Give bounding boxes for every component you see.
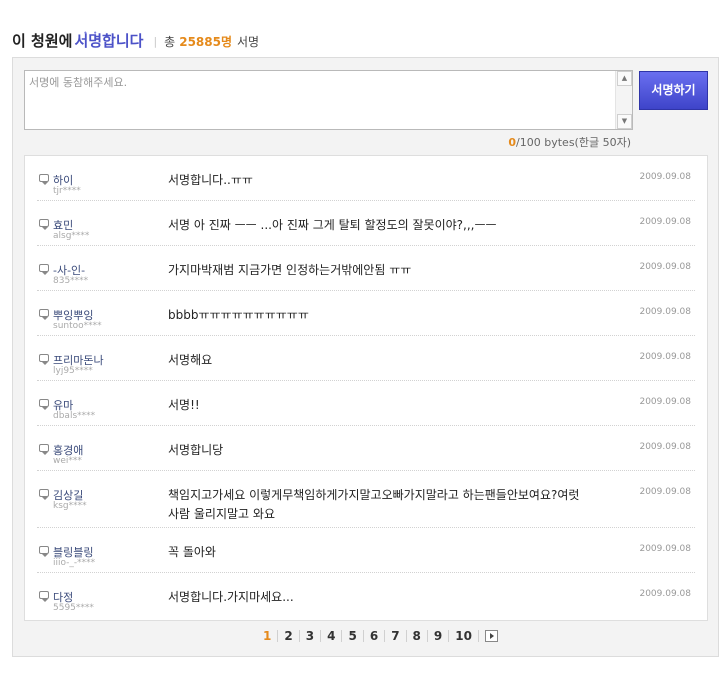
comment-icon <box>39 444 49 455</box>
signature-count-unit: 명 <box>220 35 233 49</box>
signature-date: 2009.09.08 <box>639 487 691 497</box>
scroll-down-icon[interactable]: ▼ <box>617 114 632 129</box>
signature-message: 서명 아 진짜 ㅡㅡ ...아 진짜 그게 탈퇴 할정도의 잘못이야?,,,ㅡㅡ <box>168 218 497 232</box>
signature-date: 2009.09.08 <box>639 172 691 182</box>
page-link-9[interactable]: 9 <box>428 630 450 642</box>
signature-date: 2009.09.08 <box>639 217 691 227</box>
list-item: 다정 5595**** 서명합니다.가지마세요... 2009.09.08 <box>37 573 695 618</box>
list-item: 뿌잉뿌잉 suntoo**** bbbbㅠㅠㅠㅠㅠㅠㅠㅠㅠㅠ 2009.09.0… <box>37 291 695 336</box>
signature-message: bbbbㅠㅠㅠㅠㅠㅠㅠㅠㅠㅠ <box>168 308 309 322</box>
signature-date: 2009.09.08 <box>639 544 691 554</box>
comment-icon <box>39 591 49 602</box>
decor-dots-icon: •• <box>83 30 104 37</box>
comment-icon <box>39 354 49 365</box>
list-item: 블링블링 iiio-_-**** 꼭 돌아와 2009.09.08 <box>37 528 695 573</box>
signature-count: 25885 <box>179 35 221 49</box>
list-item: 효민 alsg**** 서명 아 진짜 ㅡㅡ ...아 진짜 그게 탈퇴 할정도… <box>37 201 695 246</box>
signature-message: 서명해요 <box>168 353 213 367</box>
list-item: 김상길 ksg**** 책임지고가세요 이렇게무책임하게가지말고오빠가지말라고 … <box>37 471 695 528</box>
comment-icon <box>39 264 49 275</box>
pagination: 1 2 3 4 5 6 7 8 9 10 <box>13 630 720 642</box>
byte-limit: /100 bytes(한글 50자) <box>516 136 631 149</box>
header-title-prefix: 이 청원에 <box>12 32 73 50</box>
list-item: 하이 tjr**** 서명합니다..ㅠㅠ 2009.09.08 <box>37 156 695 201</box>
next-arrow-icon[interactable] <box>484 630 498 642</box>
signature-date: 2009.09.08 <box>639 589 691 599</box>
signature-message: 책임지고가세요 이렇게무책임하게가지말고오빠가지말라고 하는팬들안보여요?여럿사… <box>168 488 580 521</box>
signature-input-box: 서명에 동참해주세요. ▲ ▼ <box>24 70 633 130</box>
header-total-label: 총 <box>164 35 176 49</box>
signature-date: 2009.09.08 <box>639 352 691 362</box>
header-separator: | <box>153 35 158 48</box>
sign-button[interactable]: 서명하기 <box>639 71 708 110</box>
signature-message: 가지마박재범 지금가면 인정하는거밖에안됨 ㅠㅠ <box>168 263 412 277</box>
byte-current: 0 <box>508 136 517 149</box>
signer-id: alsg**** <box>53 231 90 241</box>
page-link-6[interactable]: 6 <box>364 630 386 642</box>
scroll-up-icon[interactable]: ▲ <box>617 71 632 86</box>
list-item: -사-인- 835**** 가지마박재범 지금가면 인정하는거밖에안됨 ㅠㅠ 2… <box>37 246 695 291</box>
textarea-scrollbar[interactable]: ▲ ▼ <box>615 71 632 129</box>
signer-id: lyj95**** <box>53 366 93 376</box>
page-link-7[interactable]: 7 <box>385 630 407 642</box>
comment-icon <box>39 489 49 500</box>
signer-id: wei*** <box>53 456 82 466</box>
petition-sign-header: 이 청원에 •• 서명합니다 | 총 25885 명 서명 <box>12 24 259 50</box>
list-item: 프리마돈나 lyj95**** 서명해요 2009.09.08 <box>37 336 695 381</box>
signature-textarea[interactable]: 서명에 동참해주세요. <box>25 71 615 129</box>
signature-date: 2009.09.08 <box>639 262 691 272</box>
page-link-1[interactable]: 1 <box>257 630 279 642</box>
comment-icon <box>39 399 49 410</box>
signer-id: iiio-_-**** <box>53 558 96 568</box>
header-suffix: 서명 <box>237 35 260 49</box>
page-link-4[interactable]: 4 <box>321 630 343 642</box>
signer-id: tjr**** <box>53 186 81 196</box>
comment-icon <box>39 219 49 230</box>
list-item: 홍경애 wei*** 서명합니당 2009.09.08 <box>37 426 695 471</box>
page-link-3[interactable]: 3 <box>300 630 322 642</box>
page-link-10[interactable]: 10 <box>449 630 479 642</box>
signature-message: 서명!! <box>168 398 200 412</box>
comment-icon <box>39 309 49 320</box>
signer-id: 5595**** <box>53 603 94 613</box>
signer-id: suntoo**** <box>53 321 102 331</box>
signature-date: 2009.09.08 <box>639 442 691 452</box>
page-link-5[interactable]: 5 <box>342 630 364 642</box>
signer-id: 835**** <box>53 276 89 286</box>
signature-message: 서명합니다..ㅠㅠ <box>168 173 253 187</box>
byte-counter: 0/100 bytes(한글 50자) <box>508 134 631 150</box>
signature-date: 2009.09.08 <box>639 307 691 317</box>
comment-icon <box>39 546 49 557</box>
signature-message: 서명합니다.가지마세요... <box>168 590 294 604</box>
signature-date: 2009.09.08 <box>639 397 691 407</box>
list-item: 유마 dbals**** 서명!! 2009.09.08 <box>37 381 695 426</box>
signature-message: 서명합니당 <box>168 443 224 457</box>
header-title-highlight: •• 서명합니다 <box>74 30 143 50</box>
page-link-8[interactable]: 8 <box>407 630 428 642</box>
signature-message: 꼭 돌아와 <box>168 545 216 559</box>
signer-id: dbals**** <box>53 411 96 421</box>
comment-icon <box>39 174 49 185</box>
page-link-2[interactable]: 2 <box>278 630 300 642</box>
signature-list: 하이 tjr**** 서명합니다..ㅠㅠ 2009.09.08 효민 alsg*… <box>24 155 708 621</box>
signer-id: ksg**** <box>53 501 87 511</box>
signature-panel: 서명에 동참해주세요. ▲ ▼ 서명하기 0/100 bytes(한글 50자)… <box>12 57 719 657</box>
